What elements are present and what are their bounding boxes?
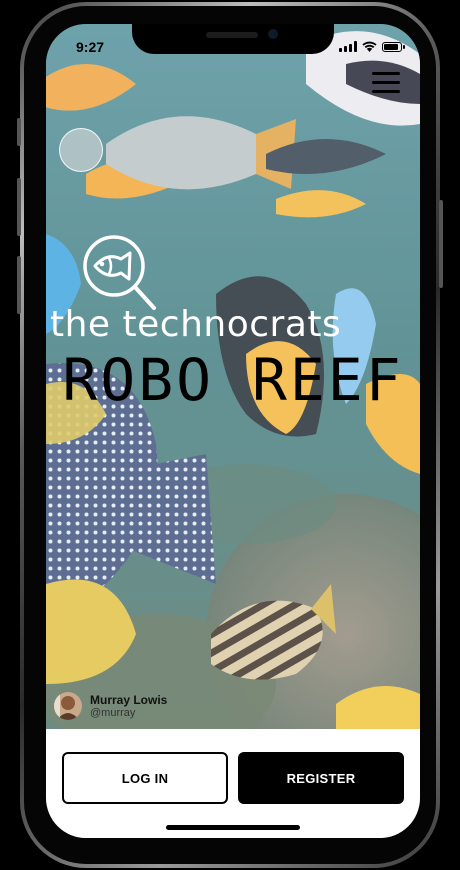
login-button[interactable]: LOG IN xyxy=(62,752,228,804)
battery-icon xyxy=(382,42,405,52)
app-screen: 9:27 the technocrats ROBO REEF Murray Lo… xyxy=(46,24,420,838)
brand-name: the technocrats xyxy=(50,304,342,345)
phone-side-button-right xyxy=(439,200,443,288)
fish-magnifier-icon xyxy=(83,235,156,310)
hamburger-menu-icon[interactable] xyxy=(372,72,400,94)
profile-circle-button[interactable] xyxy=(59,128,103,172)
earpiece-speaker xyxy=(206,32,258,38)
phone-side-button-left-2 xyxy=(17,178,21,236)
home-indicator[interactable] xyxy=(166,825,300,830)
device-notch xyxy=(132,24,334,54)
phone-side-button-left-1 xyxy=(17,118,21,146)
avatar xyxy=(54,692,82,720)
attribution-handle: @murray xyxy=(90,706,136,719)
wifi-icon xyxy=(362,41,377,52)
status-icons xyxy=(339,41,405,52)
app-title: ROBO REEF xyxy=(62,346,404,414)
avatar-image xyxy=(54,692,82,720)
attribution-name: Murray Lowis xyxy=(90,692,168,707)
action-panel: LOG IN REGISTER xyxy=(46,729,420,838)
front-camera xyxy=(268,29,278,39)
photo-attribution[interactable]: Murray Lowis @murray xyxy=(54,692,167,720)
cellular-signal-icon xyxy=(339,41,357,52)
register-button[interactable]: REGISTER xyxy=(238,752,404,804)
phone-side-button-left-3 xyxy=(17,256,21,314)
status-time: 9:27 xyxy=(76,39,105,55)
attribution-text: Murray Lowis @murray xyxy=(90,693,167,720)
